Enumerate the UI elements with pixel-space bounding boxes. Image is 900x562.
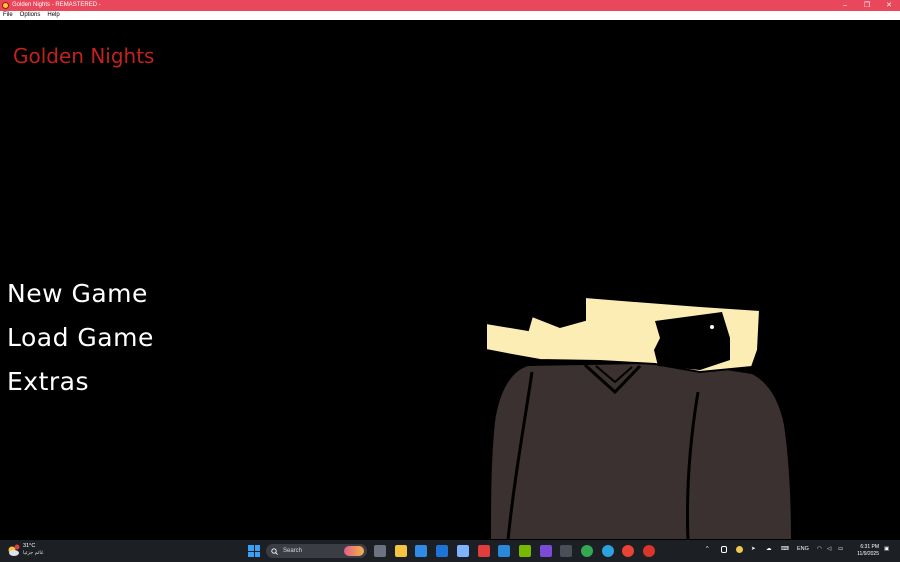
telegram-tray-icon[interactable]: ➤: [751, 546, 756, 552]
weather-temp: 31°C: [23, 543, 36, 549]
weather-icon: [7, 544, 20, 557]
minimize-button[interactable]: –: [834, 0, 856, 11]
clock-date: 11/9/2025: [857, 551, 879, 557]
notification-icon[interactable]: ▣: [884, 546, 889, 552]
search-placeholder: Search: [283, 548, 303, 554]
proton-vpn-icon[interactable]: [539, 545, 552, 557]
wps-icon[interactable]: [477, 545, 490, 557]
file-explorer-icon[interactable]: [394, 545, 407, 557]
window-title: Golden Nights - REMASTERED -: [12, 2, 101, 8]
chrome-icon[interactable]: [581, 545, 593, 557]
chevron-up-icon[interactable]: ^: [706, 546, 709, 552]
cloud-icon[interactable]: ☁: [766, 546, 772, 552]
maximize-button[interactable]: ❐: [856, 0, 878, 11]
store-icon[interactable]: [415, 545, 428, 557]
vscode-icon[interactable]: [498, 545, 511, 557]
task-view-icon[interactable]: [374, 545, 386, 557]
menu-file[interactable]: File: [3, 11, 13, 20]
nvidia-icon[interactable]: [518, 545, 531, 557]
menu-help[interactable]: Help: [47, 11, 59, 20]
battery-icon[interactable]: ▭: [838, 546, 843, 552]
new-game-button[interactable]: New Game: [7, 279, 148, 308]
copilot-icon[interactable]: [456, 545, 469, 557]
game-title: Golden Nights: [13, 44, 155, 68]
window-titlebar: Golden Nights - REMASTERED - – ❐ ✕: [0, 0, 900, 11]
telegram-icon[interactable]: [601, 545, 614, 557]
extras-button[interactable]: Extras: [7, 367, 89, 396]
search-icon: [271, 547, 278, 555]
load-game-button[interactable]: Load Game: [7, 323, 154, 352]
taskbar: 31°C غائم جزئيا Search ^ ➤ ☁ ⌨ ENG ◠ ◁ ▭…: [0, 540, 900, 562]
search-highlight-icon: [344, 546, 364, 556]
outlook-icon[interactable]: [436, 545, 449, 557]
game-canvas: Golden Nights New Game Load Game Extras: [0, 20, 900, 540]
search-box[interactable]: Search: [266, 544, 367, 558]
golden-nights-app-icon[interactable]: [643, 545, 656, 557]
clock-time: 6:31 PM: [860, 544, 879, 550]
chrome-profile-icon[interactable]: [622, 545, 635, 557]
weather-desc: غائم جزئيا: [23, 550, 44, 556]
app-icon: [2, 2, 9, 9]
character-eye: [710, 325, 714, 329]
tray-smile-icon[interactable]: [736, 546, 743, 553]
start-button[interactable]: [248, 545, 260, 557]
tray-app-icon[interactable]: [721, 546, 727, 553]
menubar: File Options Help: [0, 11, 900, 20]
clock[interactable]: 6:31 PM 11/9/2025: [849, 544, 879, 558]
weather-widget[interactable]: 31°C غائم جزئيا: [7, 543, 44, 557]
menu-options[interactable]: Options: [20, 11, 41, 20]
language-indicator[interactable]: ENG: [797, 546, 809, 552]
volume-icon[interactable]: ◁: [827, 546, 831, 552]
terminal-icon[interactable]: [560, 545, 573, 557]
keyboard-icon[interactable]: ⌨: [781, 546, 789, 552]
wifi-icon[interactable]: ◠: [817, 546, 822, 552]
close-button[interactable]: ✕: [878, 0, 900, 11]
character-body: [489, 361, 794, 540]
character-eye-shadow: [654, 312, 730, 370]
